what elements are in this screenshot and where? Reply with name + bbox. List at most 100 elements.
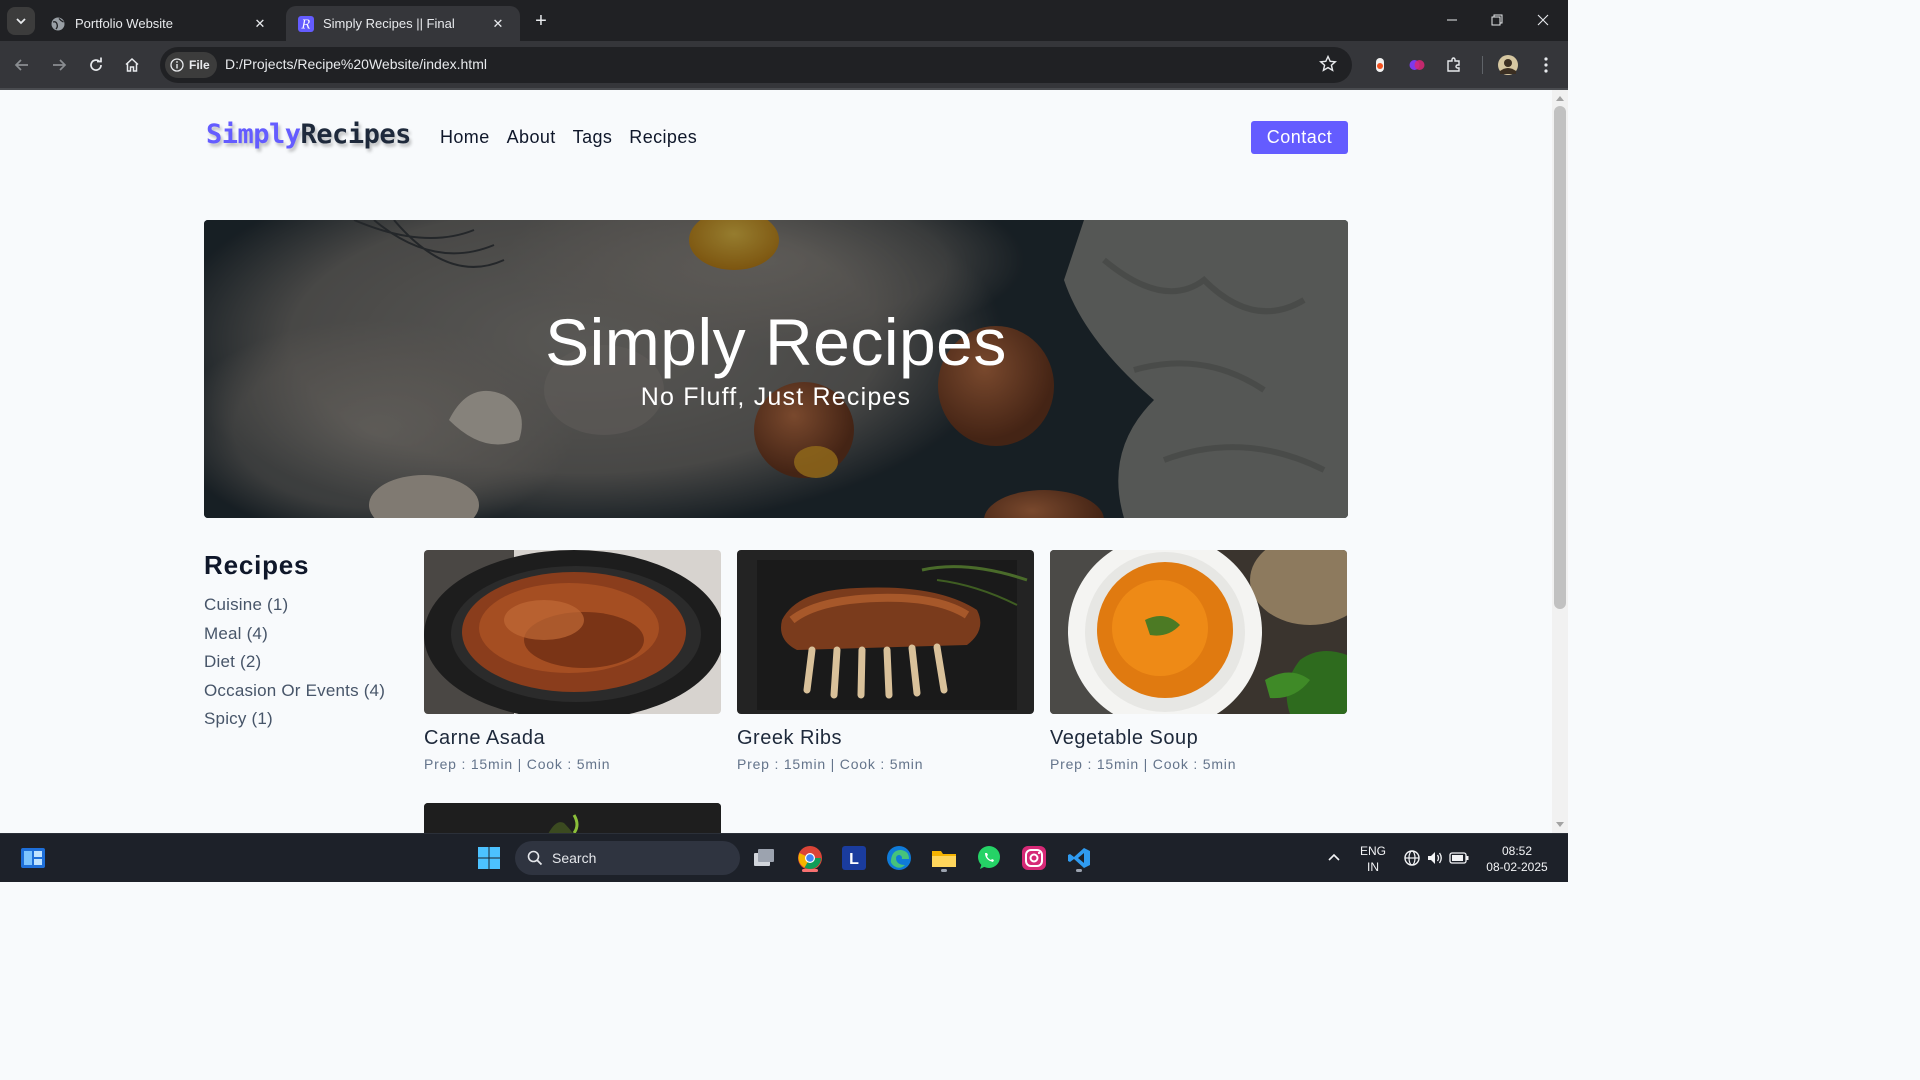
home-icon bbox=[125, 57, 139, 72]
tag-link-occasion[interactable]: Occasion Or Events (4) bbox=[204, 681, 385, 710]
tab-portfolio-website[interactable]: Portfolio Website ✕ bbox=[38, 6, 282, 41]
site-info-chip[interactable]: File bbox=[165, 52, 217, 78]
web-page: SimplyRecipes Home About Tags Recipes Co… bbox=[0, 90, 1552, 833]
arrow-right-icon bbox=[53, 59, 67, 71]
language-label: ENG bbox=[1359, 844, 1386, 858]
taskbar-vscode[interactable] bbox=[1063, 842, 1095, 874]
clock-time: 08:52 bbox=[1501, 844, 1533, 858]
nav-link-recipes[interactable]: Recipes bbox=[629, 127, 697, 148]
search-label: Search bbox=[552, 850, 597, 866]
new-tab-button[interactable]: + bbox=[529, 9, 553, 33]
scroll-down-arrow-icon[interactable] bbox=[1556, 822, 1564, 827]
scrollbar-thumb[interactable] bbox=[1554, 106, 1566, 609]
whatsapp-icon bbox=[978, 846, 1000, 869]
recipes-favicon-icon: R bbox=[298, 15, 314, 32]
reload-button[interactable] bbox=[83, 52, 109, 78]
minimize-button[interactable] bbox=[1439, 8, 1465, 32]
page-scrollbar[interactable] bbox=[1552, 90, 1568, 833]
info-icon bbox=[170, 58, 184, 72]
close-icon[interactable]: ✕ bbox=[488, 14, 508, 34]
recipe-image[interactable] bbox=[1050, 550, 1347, 714]
recipe-meta: Prep : 15min | Cook : 5min bbox=[1050, 756, 1237, 772]
clock-date: 08-02-2025 bbox=[1486, 860, 1548, 874]
tag-link-spicy[interactable]: Spicy (1) bbox=[204, 709, 385, 738]
main-nav: Home About Tags Recipes bbox=[440, 127, 697, 148]
reload-icon bbox=[90, 57, 102, 71]
hero-banner: Simply Recipes No Fluff, Just Recipes bbox=[204, 220, 1348, 518]
taskbar-search[interactable]: Search bbox=[515, 841, 740, 875]
scroll-up-arrow-icon[interactable] bbox=[1556, 96, 1564, 101]
logo-text-recipes: Recipes bbox=[300, 119, 412, 150]
taskbar-whatsapp[interactable] bbox=[973, 842, 1005, 874]
address-bar[interactable]: File D:/Projects/Recipe%20Website/index.… bbox=[160, 47, 1352, 83]
instagram-icon bbox=[1022, 846, 1046, 870]
open-indicator bbox=[1076, 869, 1082, 872]
recipe-card-partial[interactable] bbox=[424, 803, 721, 833]
browser-tab-bar: Portfolio Website ✕ R Simply Recipes || … bbox=[0, 0, 1568, 41]
task-view-icon bbox=[754, 849, 774, 866]
close-icon[interactable]: ✕ bbox=[250, 14, 270, 34]
home-button[interactable] bbox=[119, 52, 145, 78]
tag-link-cuisine[interactable]: Cuisine (1) bbox=[204, 595, 385, 624]
browser-menu-button[interactable] bbox=[1535, 54, 1557, 76]
recipe-image[interactable] bbox=[737, 550, 1034, 714]
recipe-card-carne-asada[interactable]: Carne Asada Prep : 15min | Cook : 5min bbox=[424, 550, 721, 772]
hero-title: Simply Recipes bbox=[545, 305, 1007, 379]
browser-toolbar: File D:/Projects/Recipe%20Website/index.… bbox=[0, 41, 1568, 89]
restore-button[interactable] bbox=[1484, 8, 1510, 32]
recipe-card-vegetable-soup[interactable]: Vegetable Soup Prep : 15min | Cook : 5mi… bbox=[1050, 550, 1347, 772]
recipe-name[interactable]: Vegetable Soup bbox=[1050, 727, 1347, 750]
show-hidden-icons-button[interactable] bbox=[1318, 842, 1350, 874]
active-indicator bbox=[802, 869, 818, 872]
svg-text:L: L bbox=[849, 851, 859, 868]
widgets-button[interactable] bbox=[17, 842, 49, 874]
start-button[interactable] bbox=[473, 842, 505, 874]
recipe-card-greek-ribs[interactable]: Greek Ribs Prep : 15min | Cook : 5min bbox=[737, 550, 1034, 772]
profile-avatar[interactable] bbox=[1497, 54, 1519, 76]
taskbar-instagram[interactable] bbox=[1018, 842, 1050, 874]
clock[interactable]: 08:52 08-02-2025 bbox=[1478, 843, 1556, 875]
kebab-menu-icon bbox=[1544, 57, 1548, 73]
speaker-icon bbox=[1428, 852, 1442, 864]
recipe-meta: Prep : 15min | Cook : 5min bbox=[424, 756, 611, 772]
nav-link-home[interactable]: Home bbox=[440, 127, 490, 148]
bookmark-star-icon[interactable] bbox=[1318, 54, 1338, 74]
tag-link-meal[interactable]: Meal (4) bbox=[204, 624, 385, 653]
tab-search-button[interactable] bbox=[7, 7, 35, 35]
chevron-down-icon bbox=[16, 18, 26, 25]
toolbar-separator bbox=[1482, 56, 1483, 74]
taskbar-edge[interactable] bbox=[883, 842, 915, 874]
svg-text:R: R bbox=[300, 17, 310, 31]
battery-status[interactable] bbox=[1443, 842, 1475, 874]
edge-icon bbox=[887, 846, 911, 870]
taskbar-chrome[interactable] bbox=[794, 842, 826, 874]
extension-brain-icon[interactable] bbox=[1406, 54, 1428, 76]
forward-button[interactable] bbox=[46, 52, 72, 78]
contact-button[interactable]: Contact bbox=[1251, 121, 1348, 154]
windows-logo-icon bbox=[478, 847, 500, 869]
language-indicator[interactable]: ENG IN bbox=[1356, 843, 1390, 875]
site-logo[interactable]: SimplyRecipes bbox=[206, 119, 411, 150]
url-text[interactable]: D:/Projects/Recipe%20Website/index.html bbox=[225, 56, 487, 72]
task-view-button[interactable] bbox=[748, 842, 780, 874]
tab-title: Simply Recipes || Final bbox=[323, 16, 455, 31]
open-indicator bbox=[941, 869, 947, 872]
recipe-name[interactable]: Carne Asada bbox=[424, 727, 721, 750]
recipe-name[interactable]: Greek Ribs bbox=[737, 727, 1034, 750]
chevron-up-icon bbox=[1328, 853, 1340, 861]
tab-simply-recipes[interactable]: R Simply Recipes || Final ✕ bbox=[286, 6, 520, 41]
back-button[interactable] bbox=[9, 52, 35, 78]
tag-link-diet[interactable]: Diet (2) bbox=[204, 652, 385, 681]
nav-link-tags[interactable]: Tags bbox=[573, 127, 613, 148]
extensions-puzzle-icon[interactable] bbox=[1443, 54, 1465, 76]
close-window-button[interactable] bbox=[1530, 8, 1556, 32]
taskbar-l-app[interactable]: L bbox=[838, 842, 870, 874]
extension-record-icon[interactable] bbox=[1369, 54, 1391, 76]
minimize-icon bbox=[1447, 19, 1457, 21]
chrome-icon bbox=[798, 846, 822, 870]
tags-list: Cuisine (1) Meal (4) Diet (2) Occasion O… bbox=[204, 595, 385, 738]
recipe-image[interactable] bbox=[424, 550, 721, 714]
taskbar-file-explorer[interactable] bbox=[928, 842, 960, 874]
battery-icon bbox=[1449, 852, 1469, 864]
nav-link-about[interactable]: About bbox=[507, 127, 556, 148]
